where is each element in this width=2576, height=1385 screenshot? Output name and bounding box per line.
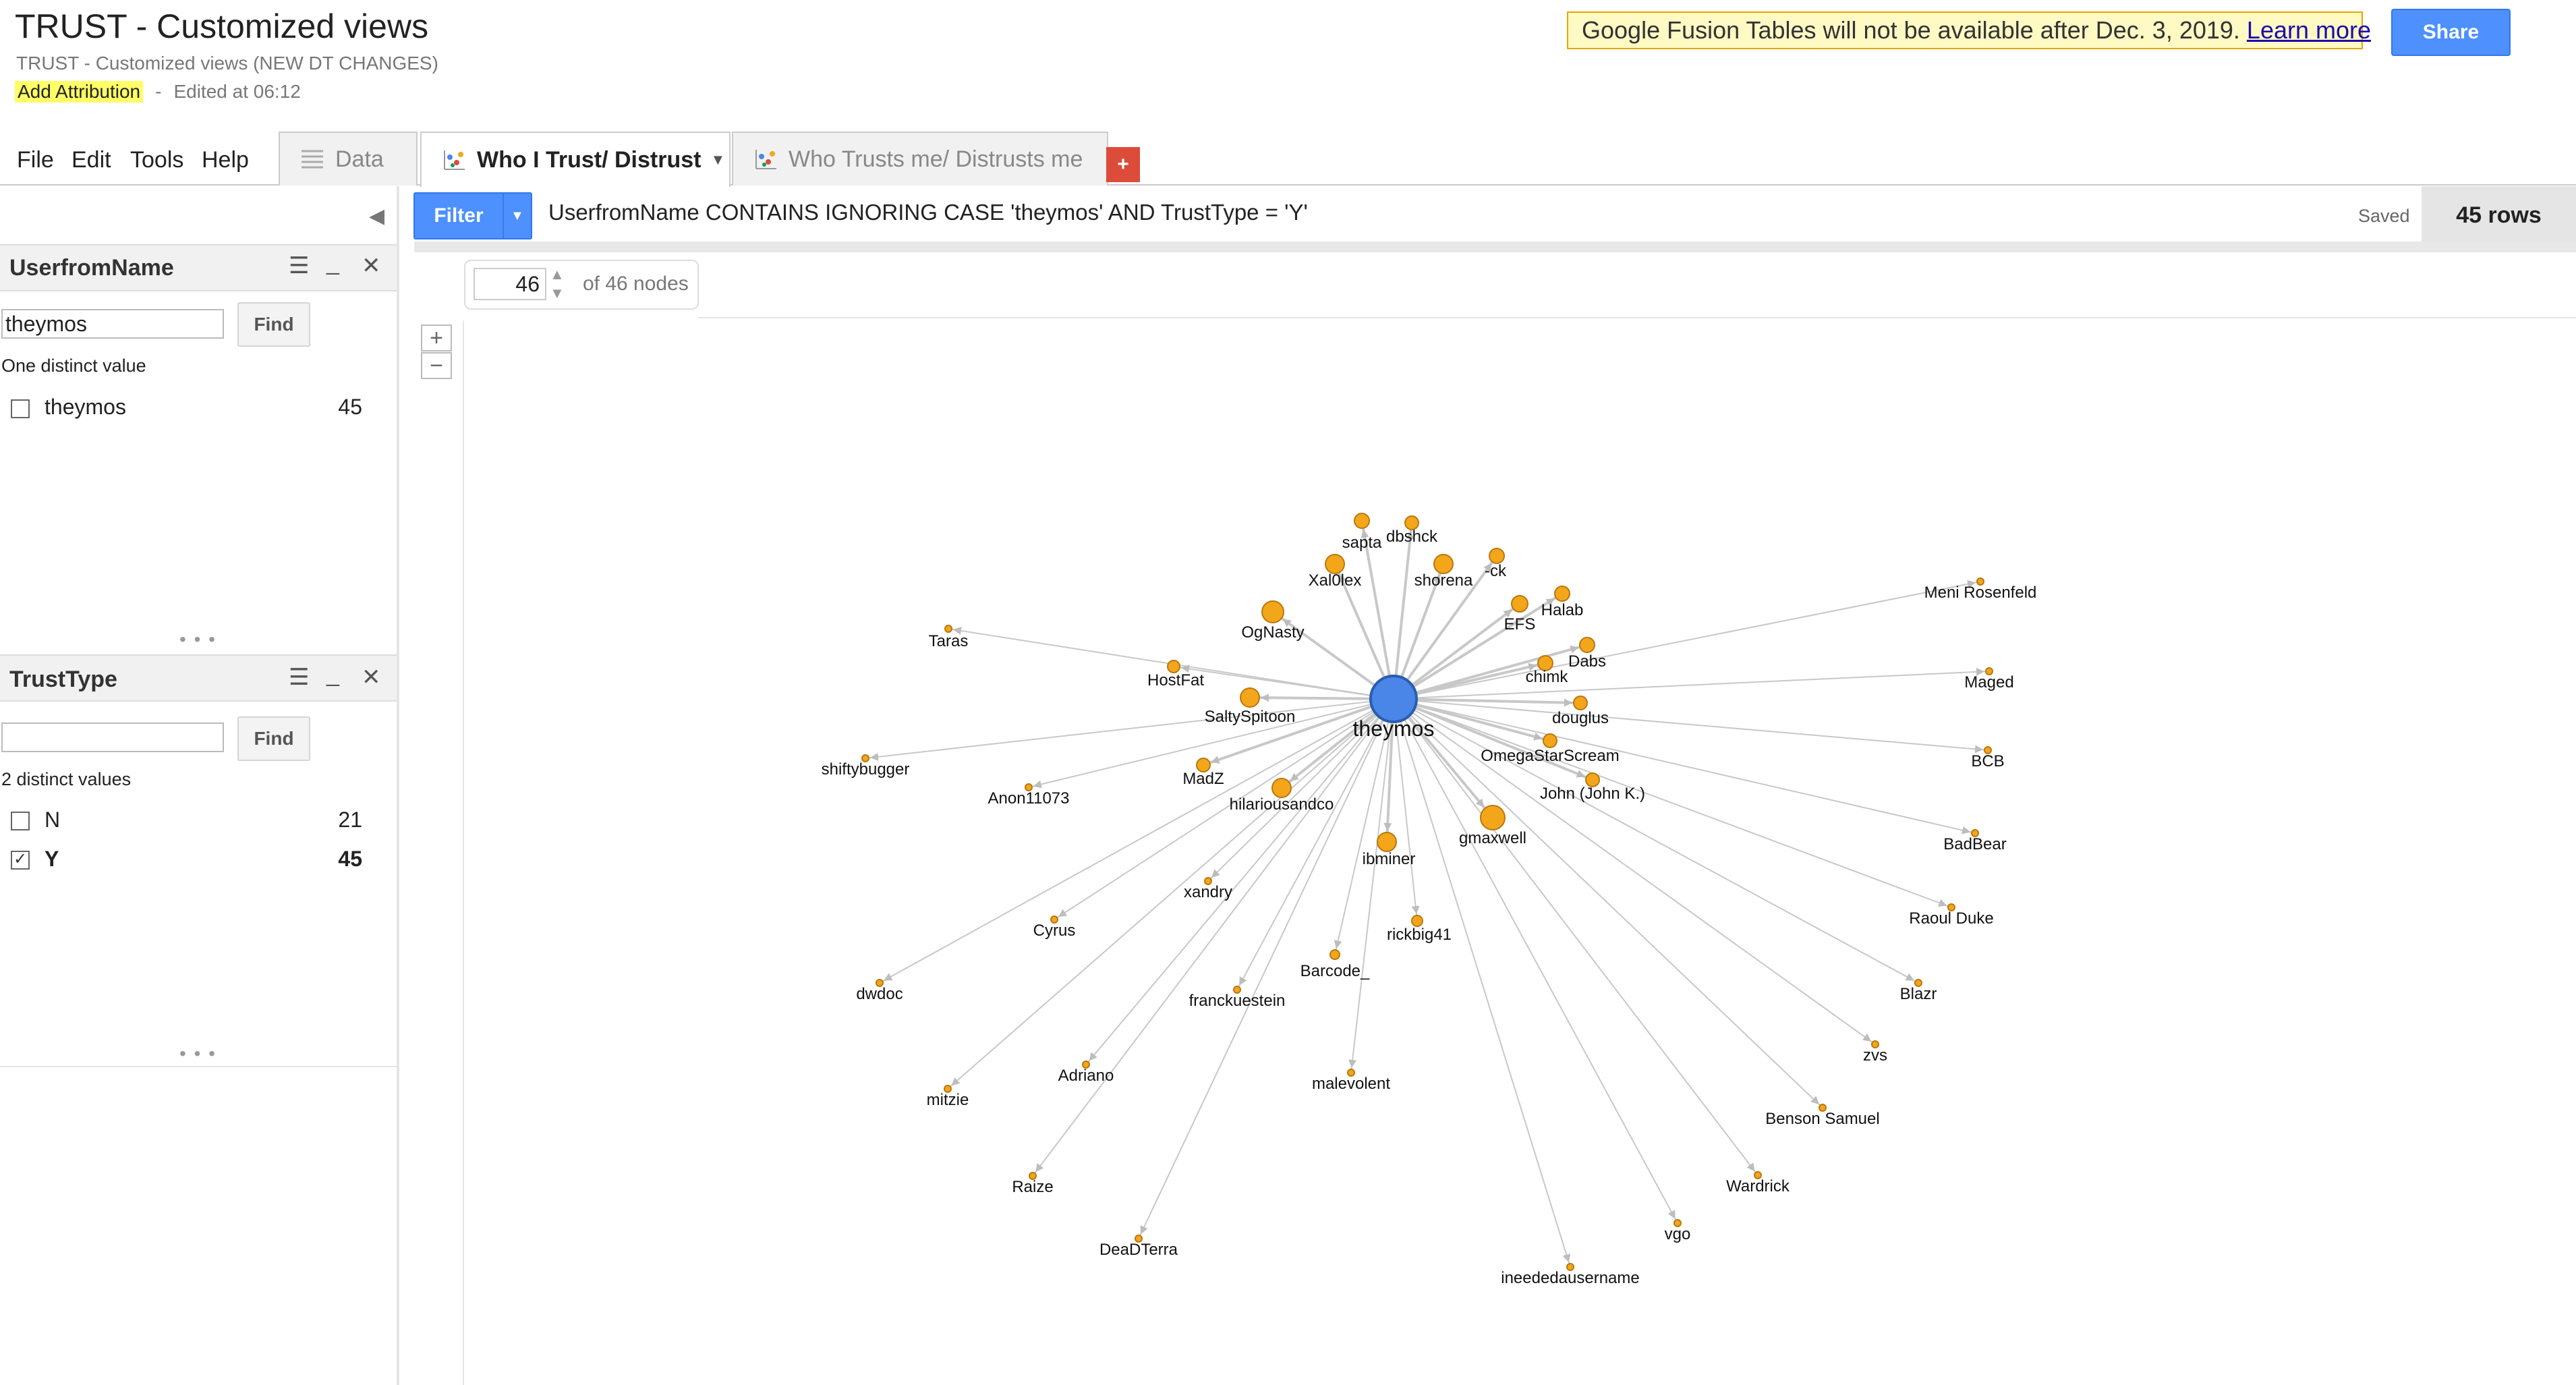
graph-node-label: DeaDTerra	[1099, 1241, 1178, 1259]
edge-arrow	[1862, 1034, 1872, 1042]
graph-node[interactable]	[1554, 586, 1570, 602]
graph-node-label: Dabs	[1568, 652, 1606, 671]
graph-node-label: Wardrick	[1726, 1177, 1790, 1195]
graph-node-label: Cyrus	[1033, 922, 1076, 940]
edge-arrow	[1746, 1162, 1755, 1172]
graph-node-label: zvs	[1863, 1046, 1887, 1065]
graph-edge	[1393, 698, 1988, 751]
graph-node[interactable]	[1543, 733, 1557, 748]
edge-arrow	[1033, 780, 1042, 789]
edge-arrow	[1035, 1163, 1044, 1172]
graph-node-label: John (John K.)	[1540, 785, 1645, 803]
graph-node-label: chimk	[1526, 668, 1569, 686]
graph-node-label: -ck	[1485, 562, 1507, 580]
edge-arrow	[1383, 822, 1392, 832]
node-total: of 46 nodes	[583, 273, 689, 295]
graph-node-label: ineededausername	[1501, 1269, 1640, 1287]
graph-node-label: rickbig41	[1387, 926, 1452, 944]
graph-edge	[1393, 698, 1876, 1045]
graph-node[interactable]	[1240, 687, 1260, 708]
graph-node[interactable]	[1271, 778, 1292, 798]
zoom-in-button[interactable]: +	[421, 324, 452, 351]
graph-edge	[1350, 698, 1394, 1073]
graph-node-label: malevolent	[1312, 1075, 1390, 1093]
node-count-input[interactable]: 46	[474, 268, 546, 300]
graph-node[interactable]	[1433, 554, 1454, 574]
graph-node-label: franckuestein	[1189, 992, 1286, 1010]
graph-node-label: MadZ	[1182, 770, 1224, 788]
graph-node-label: EFS	[1504, 615, 1536, 633]
graph-node-label: Blazr	[1900, 985, 1937, 1003]
graph-node[interactable]	[1511, 595, 1528, 613]
graph-node[interactable]	[1579, 637, 1595, 653]
graph-center-node[interactable]	[1369, 675, 1418, 723]
graph-node-label: OgNasty	[1241, 623, 1304, 642]
network-graph[interactable]: sapta dbshck Xal0lex shorena -ck OgNasty EFS Ha…	[0, 0, 2576, 1385]
graph-node-label: douglus	[1552, 709, 1609, 727]
edge-arrow	[1564, 698, 1573, 707]
graph-center-label: theymos	[1353, 716, 1435, 741]
graph-node-label: ibminer	[1363, 850, 1416, 868]
edge-arrow	[1211, 756, 1220, 764]
edge-arrow	[1562, 1253, 1571, 1263]
graph-edge	[1173, 666, 1394, 700]
graph-node[interactable]	[944, 625, 952, 633]
edge-arrow	[1962, 826, 1971, 835]
graph-node-label: Taras	[929, 632, 969, 650]
graph-node-label: xandry	[1184, 883, 1232, 901]
edge-arrow	[1348, 1059, 1357, 1069]
spinner-icon[interactable]: ▲ ▼	[550, 265, 565, 303]
graph-node[interactable]	[1573, 696, 1588, 710]
graph-node-label: Raize	[1012, 1178, 1053, 1196]
graph-node[interactable]	[1411, 915, 1423, 927]
graph-border	[463, 320, 464, 1385]
graph-edge	[865, 698, 1394, 759]
edge-arrow	[1260, 694, 1269, 702]
graph-node[interactable]	[1489, 548, 1505, 564]
graph-edge	[1393, 698, 1678, 1224]
graph-nodes: sapta dbshck Xal0lex shorena -ck OgNasty EFS Ha…	[822, 513, 2037, 1287]
graph-node-label: Halab	[1541, 601, 1584, 619]
graph-node[interactable]	[1261, 600, 1284, 623]
graph-node-label: Benson Samuel	[1765, 1110, 1879, 1128]
graph-node-label: Maged	[1964, 673, 2013, 691]
graph-node[interactable]	[1354, 513, 1370, 529]
graph-node[interactable]	[1325, 554, 1345, 574]
graph-node[interactable]	[1329, 949, 1340, 960]
edge-arrow	[1334, 940, 1342, 949]
graph-node-label: hilariousandco	[1230, 795, 1334, 814]
graph-node-label: mitzie	[927, 1091, 969, 1109]
graph-node-label: Barcode_	[1300, 962, 1370, 980]
zoom-out-button[interactable]: −	[421, 352, 452, 379]
graph-border	[699, 317, 2576, 318]
graph-edges	[865, 520, 1990, 1268]
graph-node-label: Adriano	[1058, 1067, 1114, 1085]
graph-node-label: dbshck	[1386, 528, 1438, 546]
graph-node-label: shiftybugger	[822, 760, 910, 779]
graph-node-label: Xal0lex	[1309, 571, 1362, 590]
edge-arrow	[1058, 909, 1068, 917]
edge-arrow	[1411, 905, 1420, 915]
graph-node-label: Anon11073	[988, 789, 1069, 808]
graph-node[interactable]	[1377, 832, 1397, 852]
graph-node-label: SaltySpitoon	[1205, 708, 1296, 726]
graph-node-label: dwdoc	[856, 985, 903, 1003]
graph-node-label: Raoul Duke	[1909, 909, 1993, 928]
graph-node[interactable]	[1480, 805, 1506, 830]
graph-node-label: gmaxwell	[1459, 829, 1526, 847]
graph-node-label: BadBear	[1943, 835, 2006, 853]
graph-node-label: BCB	[1971, 752, 2004, 770]
graph-node-label: OmegaStarScream	[1481, 747, 1619, 765]
graph-node-label: Meni Rosenfeld	[1924, 584, 2037, 602]
graph-edge	[1393, 581, 1981, 700]
graph-node-label: sapta	[1342, 534, 1382, 552]
graph-edge	[947, 698, 1394, 1090]
graph-node-label: HostFat	[1147, 671, 1204, 689]
graph-node-label: vgo	[1665, 1225, 1691, 1243]
graph-node-label: shorena	[1414, 571, 1473, 590]
